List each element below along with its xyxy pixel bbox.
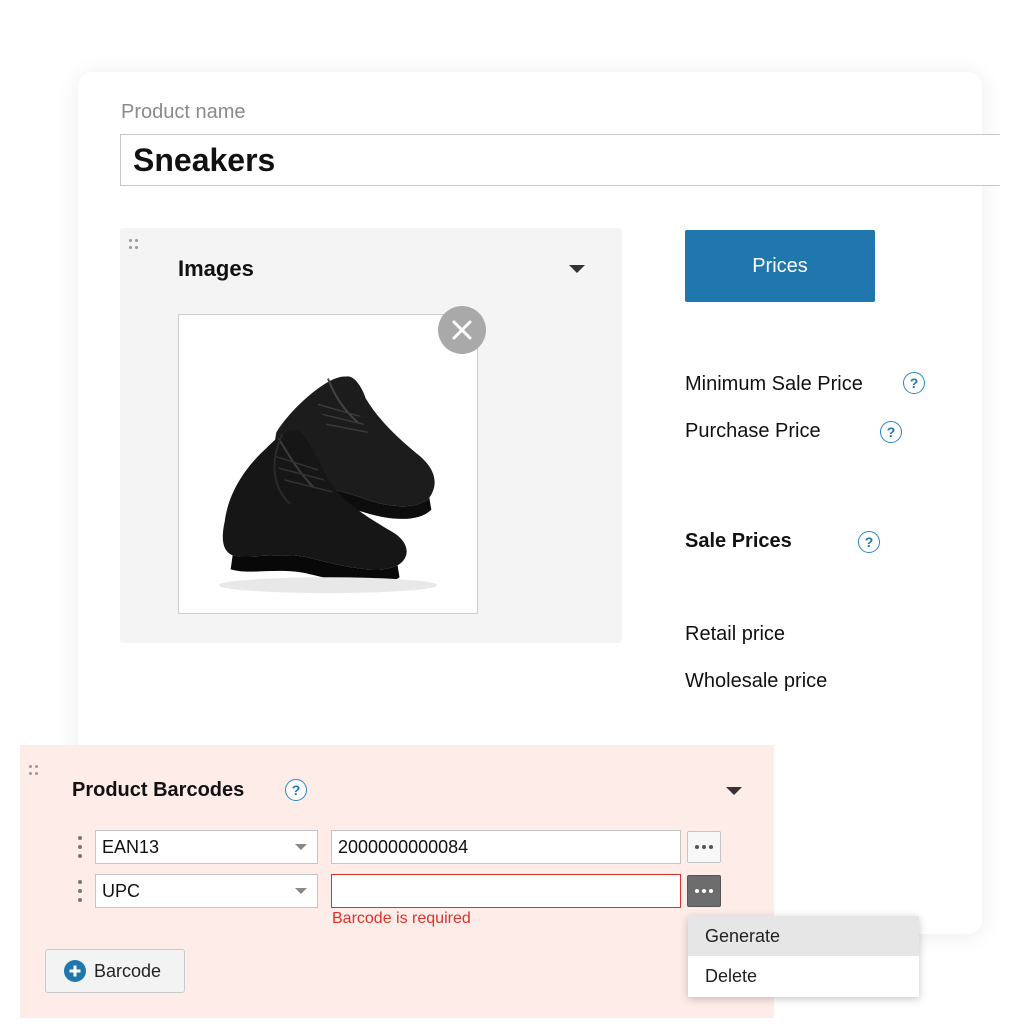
plus-circle-icon bbox=[64, 960, 86, 982]
chevron-down-icon bbox=[295, 888, 307, 894]
barcode-type-select[interactable]: EAN13 bbox=[95, 830, 318, 864]
drag-handle-icon[interactable] bbox=[129, 239, 139, 251]
barcode-value-input[interactable] bbox=[331, 830, 681, 864]
sale-prices-help-icon[interactable]: ? bbox=[858, 531, 880, 553]
drag-handle-icon[interactable] bbox=[29, 765, 39, 777]
barcode-row-menu-button-active[interactable] bbox=[687, 875, 721, 907]
images-panel: Images bbox=[120, 228, 622, 643]
barcodes-collapse-caret-icon[interactable] bbox=[726, 787, 742, 795]
wholesale-price-label: Wholesale price bbox=[685, 670, 828, 692]
row-drag-handle-icon[interactable] bbox=[78, 880, 82, 902]
purchase-price-help-icon[interactable]: ? bbox=[880, 421, 902, 443]
minimum-sale-price-help-icon[interactable]: ? bbox=[903, 372, 925, 394]
product-image-frame bbox=[178, 314, 478, 614]
add-barcode-button[interactable]: Barcode bbox=[45, 949, 185, 993]
product-barcodes-title: Product Barcodes bbox=[72, 779, 245, 801]
minimum-sale-price-label: Minimum Sale Price bbox=[685, 373, 863, 395]
chevron-down-icon bbox=[295, 844, 307, 850]
purchase-price-label: Purchase Price bbox=[685, 420, 821, 442]
barcode-value-input-error[interactable] bbox=[331, 874, 681, 908]
barcode-type-value: EAN13 bbox=[102, 837, 160, 857]
menu-item-delete[interactable]: Delete bbox=[688, 956, 919, 996]
product-name-label: Product name bbox=[121, 101, 246, 123]
menu-item-generate[interactable]: Generate bbox=[688, 916, 919, 956]
retail-price-label: Retail price bbox=[685, 623, 786, 645]
images-collapse-caret-icon[interactable] bbox=[569, 265, 585, 273]
barcode-context-menu: Generate Delete bbox=[688, 916, 919, 997]
product-barcodes-panel: Product Barcodes ? EAN13 UPC Barcode is … bbox=[20, 745, 774, 1018]
images-title: Images bbox=[178, 256, 254, 281]
barcode-type-value: UPC bbox=[102, 881, 141, 901]
barcode-error-message: Barcode is required bbox=[332, 910, 471, 927]
remove-image-button[interactable] bbox=[438, 306, 486, 354]
barcode-row-menu-button[interactable] bbox=[687, 831, 721, 863]
product-name-input[interactable] bbox=[120, 134, 1000, 186]
barcode-type-select[interactable]: UPC bbox=[95, 874, 318, 908]
close-icon bbox=[452, 320, 472, 340]
sneakers-image bbox=[218, 376, 438, 594]
row-drag-handle-icon[interactable] bbox=[78, 836, 82, 858]
sale-prices-title: Sale Prices bbox=[685, 530, 792, 552]
product-barcodes-help-icon[interactable]: ? bbox=[285, 779, 307, 801]
prices-button[interactable]: Prices bbox=[685, 230, 875, 302]
add-barcode-label: Barcode bbox=[94, 960, 162, 981]
